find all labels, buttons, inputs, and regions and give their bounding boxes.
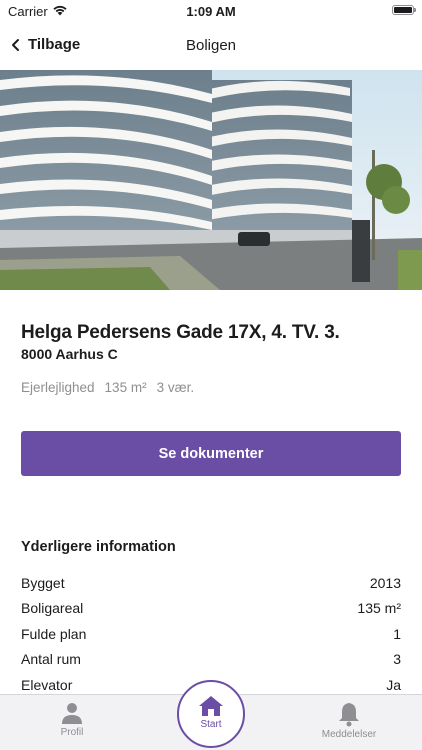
property-summary: Ejerlejlighed 135 m² 3 vær. xyxy=(21,380,194,395)
page-title: Boligen xyxy=(185,37,237,54)
tab-messages-label: Meddelelser xyxy=(321,729,377,740)
tab-messages[interactable]: Meddelelser xyxy=(309,701,389,740)
info-row-living-area: Boligareal 135 m² xyxy=(21,596,401,622)
property-photo xyxy=(0,70,422,290)
info-label: Bygget xyxy=(21,574,65,591)
home-icon xyxy=(199,696,223,716)
property-area: 135 m² xyxy=(104,380,147,395)
property-rooms: 3 vær. xyxy=(156,380,195,395)
info-list: Bygget 2013 Boligareal 135 m² Fulde plan… xyxy=(21,570,401,698)
person-icon xyxy=(62,703,82,724)
info-value: 135 m² xyxy=(357,600,401,617)
info-value: 1 xyxy=(393,625,401,642)
property-postal: 8000 Aarhus C xyxy=(21,346,118,362)
info-label: Elevator xyxy=(21,676,73,693)
info-value: 3 xyxy=(393,651,401,668)
property-address: Helga Pedersens Gade 17X, 4. TV. 3. xyxy=(21,322,340,343)
tab-profile[interactable]: Profil xyxy=(32,701,112,738)
info-row-floors: Fulde plan 1 xyxy=(21,621,401,647)
battery-icon xyxy=(392,5,416,15)
info-value: 2013 xyxy=(369,574,401,591)
info-label: Fulde plan xyxy=(21,625,87,642)
tab-start[interactable]: Start xyxy=(177,680,245,748)
see-documents-button[interactable]: Se dokumenter xyxy=(21,431,401,476)
status-bar: Carrier 1:09 AM xyxy=(0,0,422,22)
tab-start-label: Start xyxy=(200,719,222,730)
info-row-built: Bygget 2013 xyxy=(21,570,401,596)
info-row-rooms: Antal rum 3 xyxy=(21,647,401,673)
info-label: Boligareal xyxy=(21,600,84,617)
tab-profile-label: Profil xyxy=(60,727,84,738)
bell-icon xyxy=(339,703,359,727)
info-heading: Yderligere information xyxy=(21,539,176,555)
property-type: Ejerlejlighed xyxy=(21,380,95,395)
status-time: 1:09 AM xyxy=(186,4,236,19)
info-value: Ja xyxy=(386,676,401,693)
navigation-bar: Tilbage Boligen xyxy=(0,22,422,70)
info-label: Antal rum xyxy=(21,651,81,668)
